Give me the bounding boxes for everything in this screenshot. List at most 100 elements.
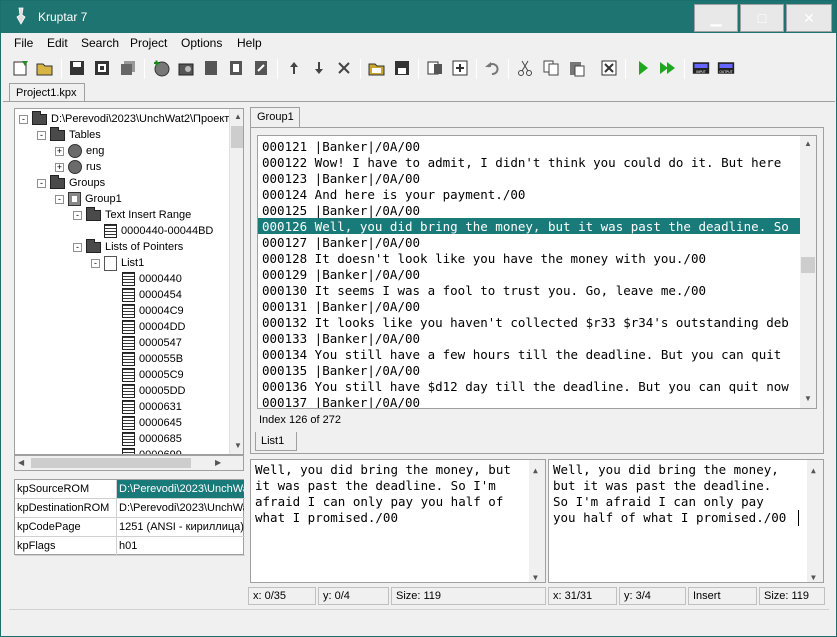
paste-button[interactable] xyxy=(567,58,587,78)
add-item-button[interactable] xyxy=(201,58,221,78)
tab-project[interactable]: Project1.kpx xyxy=(9,83,85,102)
text-line[interactable]: 000133 |Banker|/0A/00 xyxy=(262,330,802,346)
output-plugin-button[interactable]: OUTPUT xyxy=(715,58,737,78)
tree-node[interactable]: 0000685 xyxy=(109,431,182,447)
tree-horizontal-scrollbar[interactable]: ◀ ▶ xyxy=(14,455,244,471)
property-row[interactable]: kpSourceROM D:\Perevodi\2023\UnchWat2\ xyxy=(15,480,245,499)
text-line[interactable]: 000128 It doesn't look like you have the… xyxy=(262,250,802,266)
text-line[interactable]: 000121 |Banker|/0A/00 xyxy=(262,138,802,154)
scroll-down-icon[interactable]: ▼ xyxy=(811,570,816,582)
load-text-button[interactable] xyxy=(367,58,387,78)
scroll-up-icon[interactable]: ▲ xyxy=(804,139,812,148)
text-line[interactable]: 000132 It looks like you haven't collect… xyxy=(262,314,802,330)
collapse-icon[interactable]: - xyxy=(73,242,82,252)
scroll-down-icon[interactable]: ▼ xyxy=(234,441,242,450)
save-button[interactable] xyxy=(67,58,87,78)
property-value[interactable]: h01 xyxy=(116,537,244,555)
menu-search[interactable]: Search xyxy=(81,36,119,50)
list-vertical-scrollbar[interactable]: ▲ ▼ xyxy=(800,136,816,408)
open-button[interactable] xyxy=(35,58,55,78)
scroll-up-icon[interactable]: ▲ xyxy=(533,463,538,479)
menu-project[interactable]: Project xyxy=(130,36,167,50)
add-pointers-button[interactable] xyxy=(226,58,246,78)
text-line[interactable]: 000130 It seems I was a fool to trust yo… xyxy=(262,282,802,298)
scroll-right-icon[interactable]: ▶ xyxy=(215,458,221,467)
save-all-button[interactable] xyxy=(92,58,112,78)
collapse-icon[interactable]: - xyxy=(37,130,46,140)
tree-node[interactable]: 00004DD xyxy=(109,319,185,335)
properties-grid[interactable]: kpSourceROMD:\Perevodi\2023\UnchWat2\kpD… xyxy=(14,479,245,556)
close-button[interactable]: ✕ xyxy=(786,4,832,32)
tree-node[interactable]: 0000699 xyxy=(109,447,182,454)
property-row[interactable]: kpCodePage 1251 (ANSI - кириллица) xyxy=(15,518,245,537)
text-line[interactable]: 000134 You still have a few hours till t… xyxy=(262,346,802,362)
export-button[interactable] xyxy=(450,58,470,78)
original-text-editor[interactable]: Well, you did bring the money, but it was… xyxy=(250,459,546,583)
copy-button[interactable] xyxy=(541,58,561,78)
new-project-button[interactable] xyxy=(11,58,31,78)
menu-help[interactable]: Help xyxy=(237,36,262,50)
text-line[interactable]: 000124 And here is your payment./00 xyxy=(262,186,802,202)
title-bar[interactable]: Kruptar 7 ▁ □ ✕ xyxy=(1,1,836,33)
move-up-button[interactable] xyxy=(284,58,304,78)
undo-button[interactable] xyxy=(483,58,503,78)
add-group-button[interactable] xyxy=(176,58,196,78)
input-plugin-button[interactable]: INPUT xyxy=(690,58,712,78)
scroll-thumb[interactable] xyxy=(31,458,191,468)
scroll-up-icon[interactable]: ▲ xyxy=(234,112,242,121)
original-scrollbar[interactable]: ▲ ▼ xyxy=(529,460,545,582)
tree-node[interactable]: - D:\Perevodi\2023\UnchWat2\Проект xyxy=(19,110,229,127)
scroll-left-icon[interactable]: ◀ xyxy=(18,458,24,467)
property-value[interactable]: D:\Perevodi\2023\UnchWat2\ xyxy=(116,480,244,498)
property-row[interactable]: kpFlags h01 xyxy=(15,537,245,556)
cut-button[interactable] xyxy=(515,58,535,78)
scroll-thumb[interactable] xyxy=(231,126,243,148)
menu-file[interactable]: File xyxy=(14,36,33,50)
collapse-icon[interactable]: - xyxy=(19,114,28,124)
move-down-button[interactable] xyxy=(309,58,329,78)
tree-node[interactable]: 0000440-00044BD xyxy=(91,223,213,239)
text-line[interactable]: 000135 |Banker|/0A/00 xyxy=(262,362,802,378)
text-line[interactable]: 000122 Wow! I have to admit, I didn't th… xyxy=(262,154,802,170)
expand-icon[interactable]: + xyxy=(55,162,64,172)
property-value[interactable]: 1251 (ANSI - кириллица) xyxy=(116,518,244,536)
tree-node[interactable]: - List1 xyxy=(91,255,144,271)
add-table-button[interactable] xyxy=(151,58,171,78)
save-text-button[interactable] xyxy=(392,58,412,78)
text-line[interactable]: 000131 |Banker|/0A/00 xyxy=(262,298,802,314)
collapse-icon[interactable]: - xyxy=(73,210,82,220)
tree-node[interactable]: 0000645 xyxy=(109,415,182,431)
menu-edit[interactable]: Edit xyxy=(47,36,68,50)
text-line[interactable]: 000123 |Banker|/0A/00 xyxy=(262,170,802,186)
collapse-icon[interactable]: - xyxy=(91,258,100,268)
insert-all-button[interactable] xyxy=(658,58,678,78)
tree-node[interactable]: 0000547 xyxy=(109,335,182,351)
property-value[interactable]: D:\Perevodi\2023\UnchWat2\ xyxy=(116,499,244,517)
project-tree[interactable]: - D:\Perevodi\2023\UnchWat2\Проект - Tables… xyxy=(14,108,244,455)
tab-group1[interactable]: Group1 xyxy=(250,107,300,127)
text-line[interactable]: 000129 |Banker|/0A/00 xyxy=(262,266,802,282)
translation-text-editor[interactable]: Well, you did bring the money, but it was… xyxy=(548,459,824,583)
collapse-icon[interactable]: - xyxy=(55,194,64,204)
tree-node[interactable]: 0000454 xyxy=(109,287,182,303)
tree-vertical-scrollbar[interactable]: ▲ ▼ xyxy=(229,109,243,454)
text-line[interactable]: 000125 |Banker|/0A/00 xyxy=(262,202,802,218)
tree-node[interactable]: 0000631 xyxy=(109,399,182,415)
tree-node[interactable]: 00004C9 xyxy=(109,303,184,319)
menu-options[interactable]: Options xyxy=(181,36,222,50)
tree-node[interactable]: 00005DD xyxy=(109,383,185,399)
property-row[interactable]: kpDestinationROM D:\Perevodi\2023\UnchWat… xyxy=(15,499,245,518)
close-project-button[interactable] xyxy=(118,58,138,78)
insert-button[interactable] xyxy=(633,58,653,78)
text-line[interactable]: 000127 |Banker|/0A/00 xyxy=(262,234,802,250)
scroll-down-icon[interactable]: ▼ xyxy=(804,394,812,403)
text-line[interactable]: 000136 You still have $d12 day till the … xyxy=(262,378,802,394)
clear-button[interactable] xyxy=(599,58,619,78)
scroll-down-icon[interactable]: ▼ xyxy=(533,570,538,582)
tree-node[interactable]: + eng xyxy=(55,143,104,159)
tree-node[interactable]: 000055B xyxy=(109,351,183,367)
minimize-button[interactable]: ▁ xyxy=(694,4,738,32)
expand-icon[interactable]: + xyxy=(55,146,64,156)
maximize-button[interactable]: □ xyxy=(740,4,784,32)
tree-node[interactable]: 00005C9 xyxy=(109,367,184,383)
